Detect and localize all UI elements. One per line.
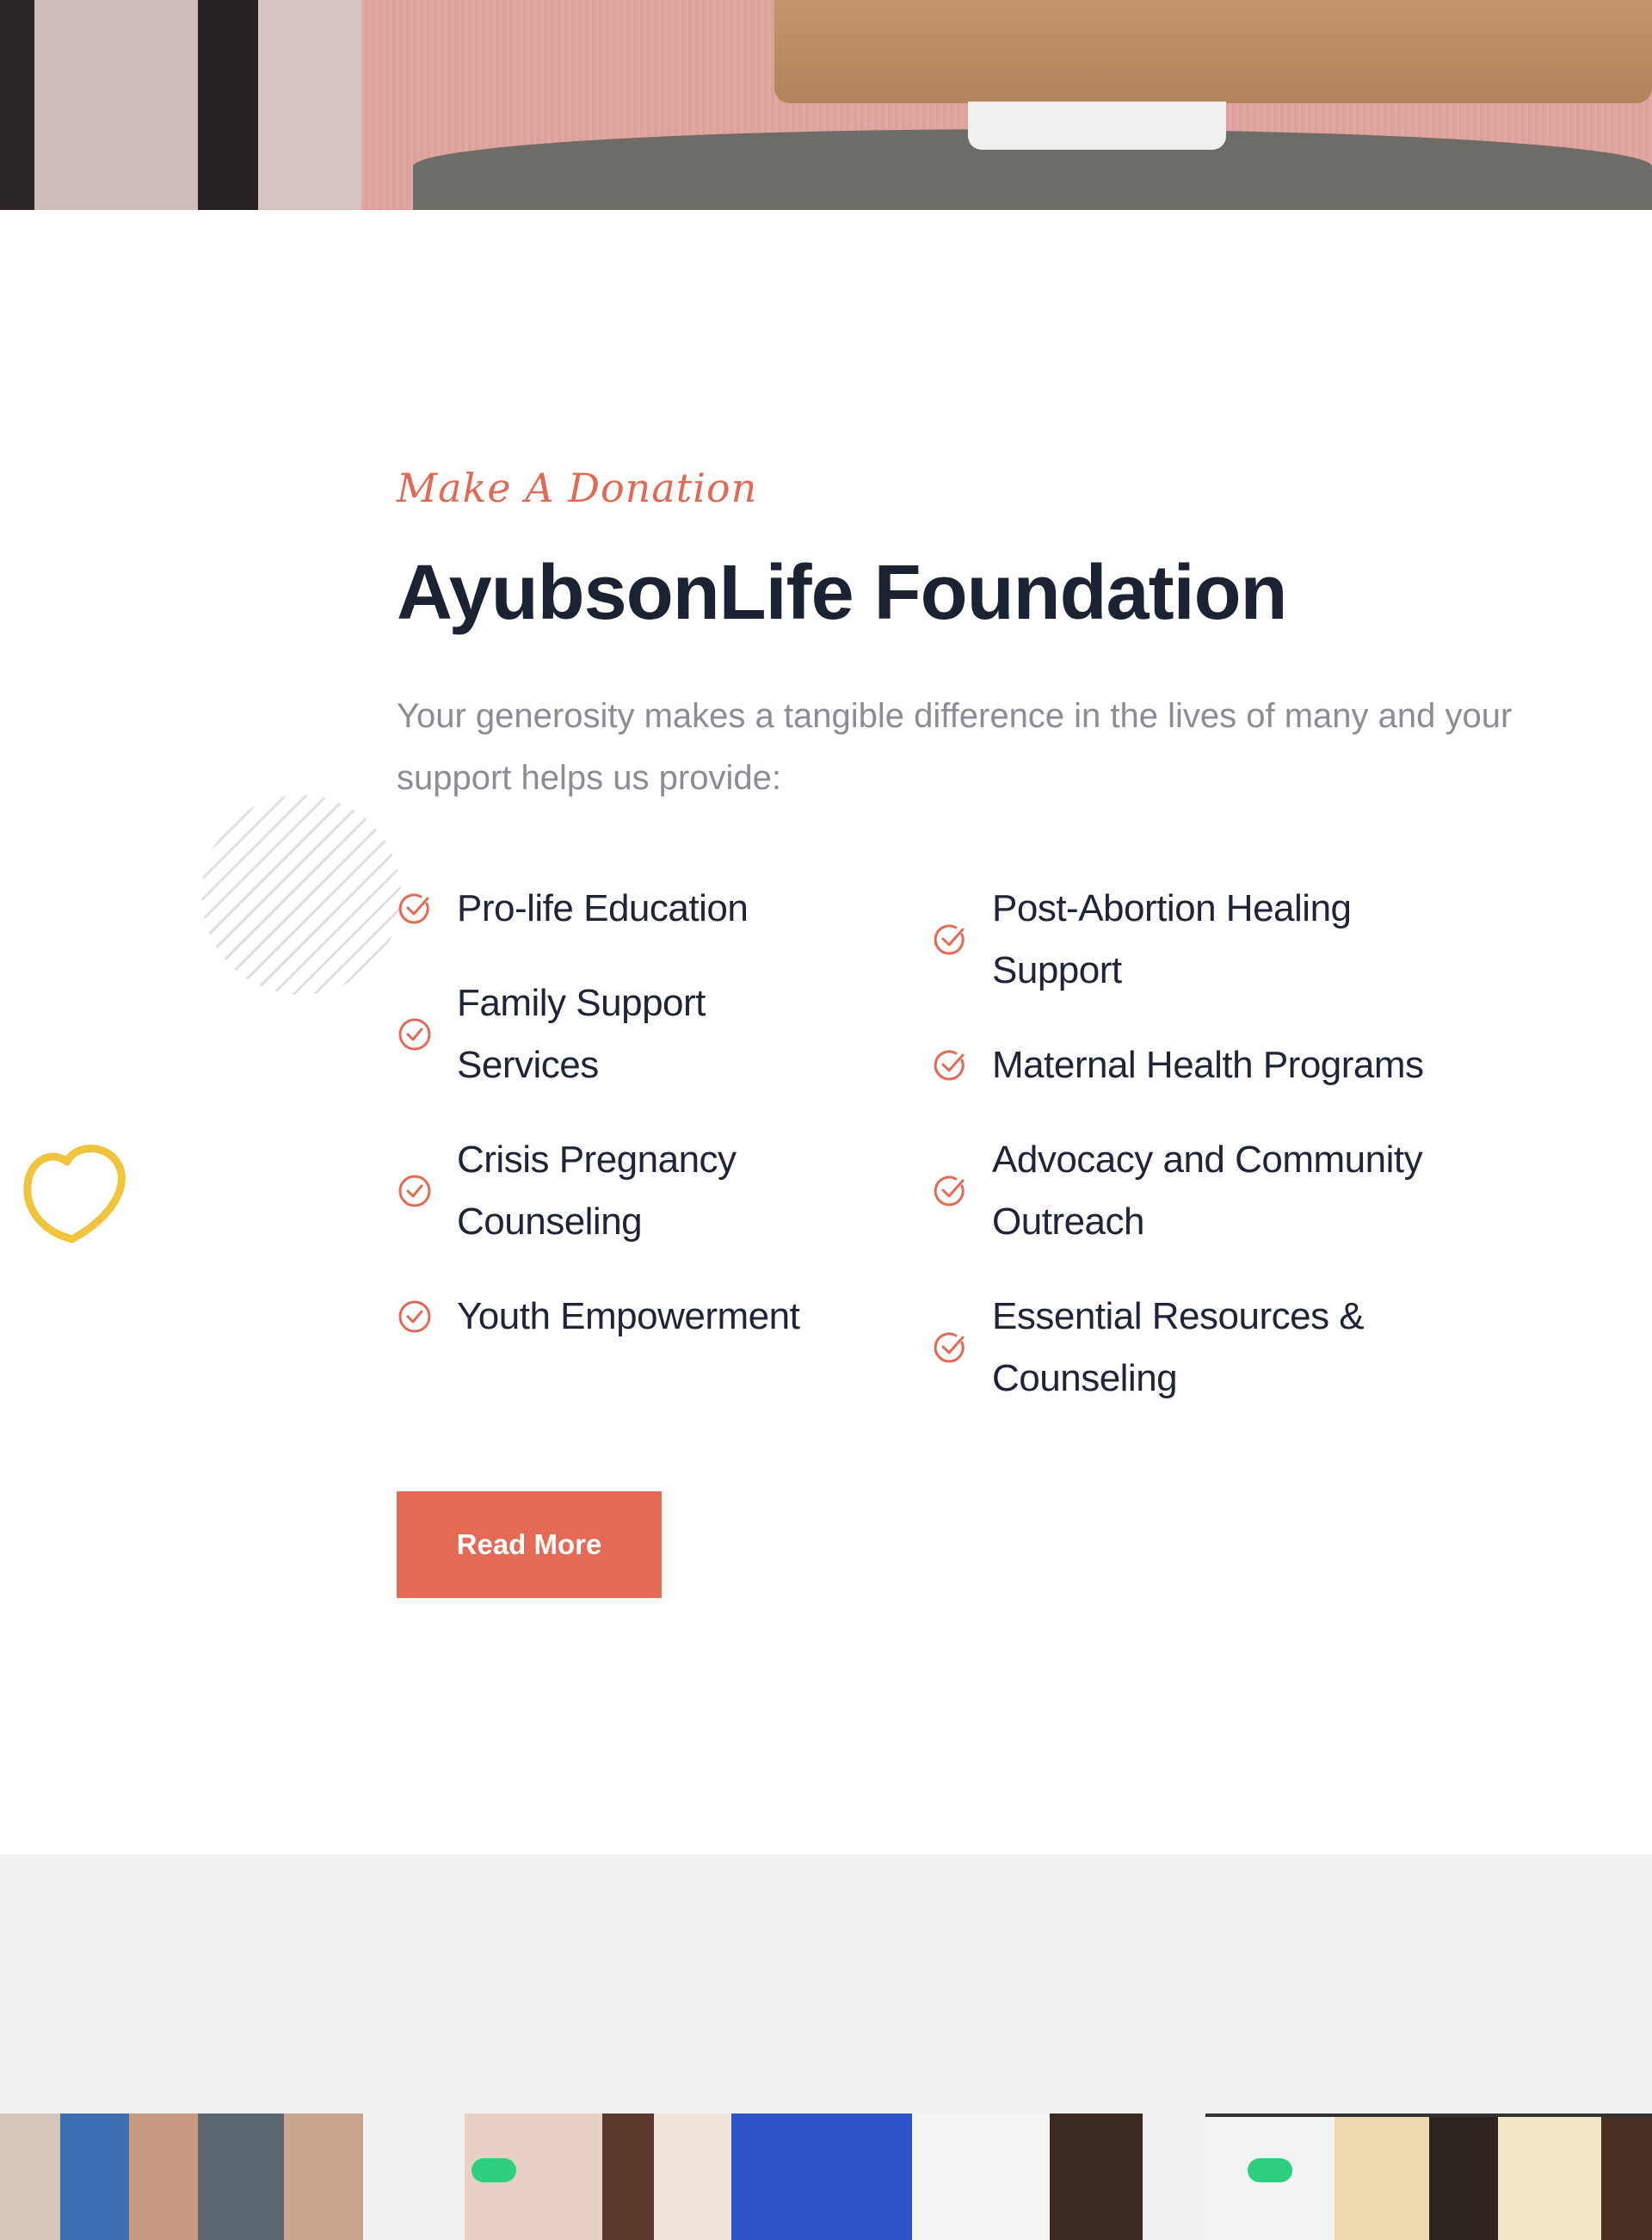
feature-item: Advocacy and Community Outreach	[932, 1129, 1482, 1253]
feature-label: Maternal Health Programs	[992, 1044, 1424, 1086]
feature-label: Advocacy and Community Outreach	[992, 1139, 1423, 1243]
feature-label: Essential Resources & Counseling	[992, 1295, 1365, 1399]
check-circle-icon	[398, 1300, 431, 1333]
feature-label: Crisis Pregnancy Counseling	[457, 1139, 737, 1243]
check-circle-icon	[398, 1175, 431, 1207]
program-card-image[interactable]	[0, 2113, 363, 2240]
hero-image	[0, 0, 1652, 210]
check-circle-icon	[934, 1176, 965, 1206]
section-intro: Your generosity makes a tangible differe…	[397, 697, 1513, 797]
category-tag	[472, 2158, 516, 2182]
hero-donation-box	[774, 0, 1652, 103]
check-circle-icon	[934, 924, 965, 955]
feature-label: Youth Empowerment	[457, 1295, 800, 1337]
features-list-right: Post-Abortion Healing Support Maternal H…	[932, 878, 1482, 1442]
check-circle-icon	[398, 893, 429, 924]
feature-item: Pro-life Education	[397, 878, 878, 940]
feature-item: Maternal Health Programs	[932, 1034, 1482, 1096]
program-card-image[interactable]	[430, 2113, 1143, 2240]
feature-item: Youth Empowerment	[397, 1286, 878, 1348]
feature-label: Family Support Services	[457, 982, 706, 1086]
feature-item: Post-Abortion Healing Support	[932, 878, 1482, 1002]
section-eyebrow: Make A Donation	[397, 465, 758, 511]
heart-outline-icon	[23, 1145, 126, 1243]
feature-item: Crisis Pregnancy Counseling	[397, 1129, 878, 1253]
feature-label: Pro-life Education	[457, 887, 749, 929]
striped-circle-decoration	[201, 795, 401, 995]
check-circle-icon	[398, 1018, 431, 1051]
check-circle-icon	[934, 1332, 965, 1363]
read-more-button[interactable]: Read More	[397, 1491, 662, 1598]
features-list-left: Pro-life Education Family Support Servic…	[397, 878, 878, 1380]
feature-label: Post-Abortion Healing Support	[992, 887, 1352, 991]
section-title: AyubsonLife Foundation	[397, 550, 1288, 636]
feature-item: Essential Resources & Counseling	[932, 1286, 1482, 1410]
check-circle-icon	[934, 1050, 965, 1081]
feature-item: Family Support Services	[397, 972, 878, 1096]
hero-box-handle	[968, 102, 1226, 150]
category-tag	[1248, 2158, 1292, 2182]
